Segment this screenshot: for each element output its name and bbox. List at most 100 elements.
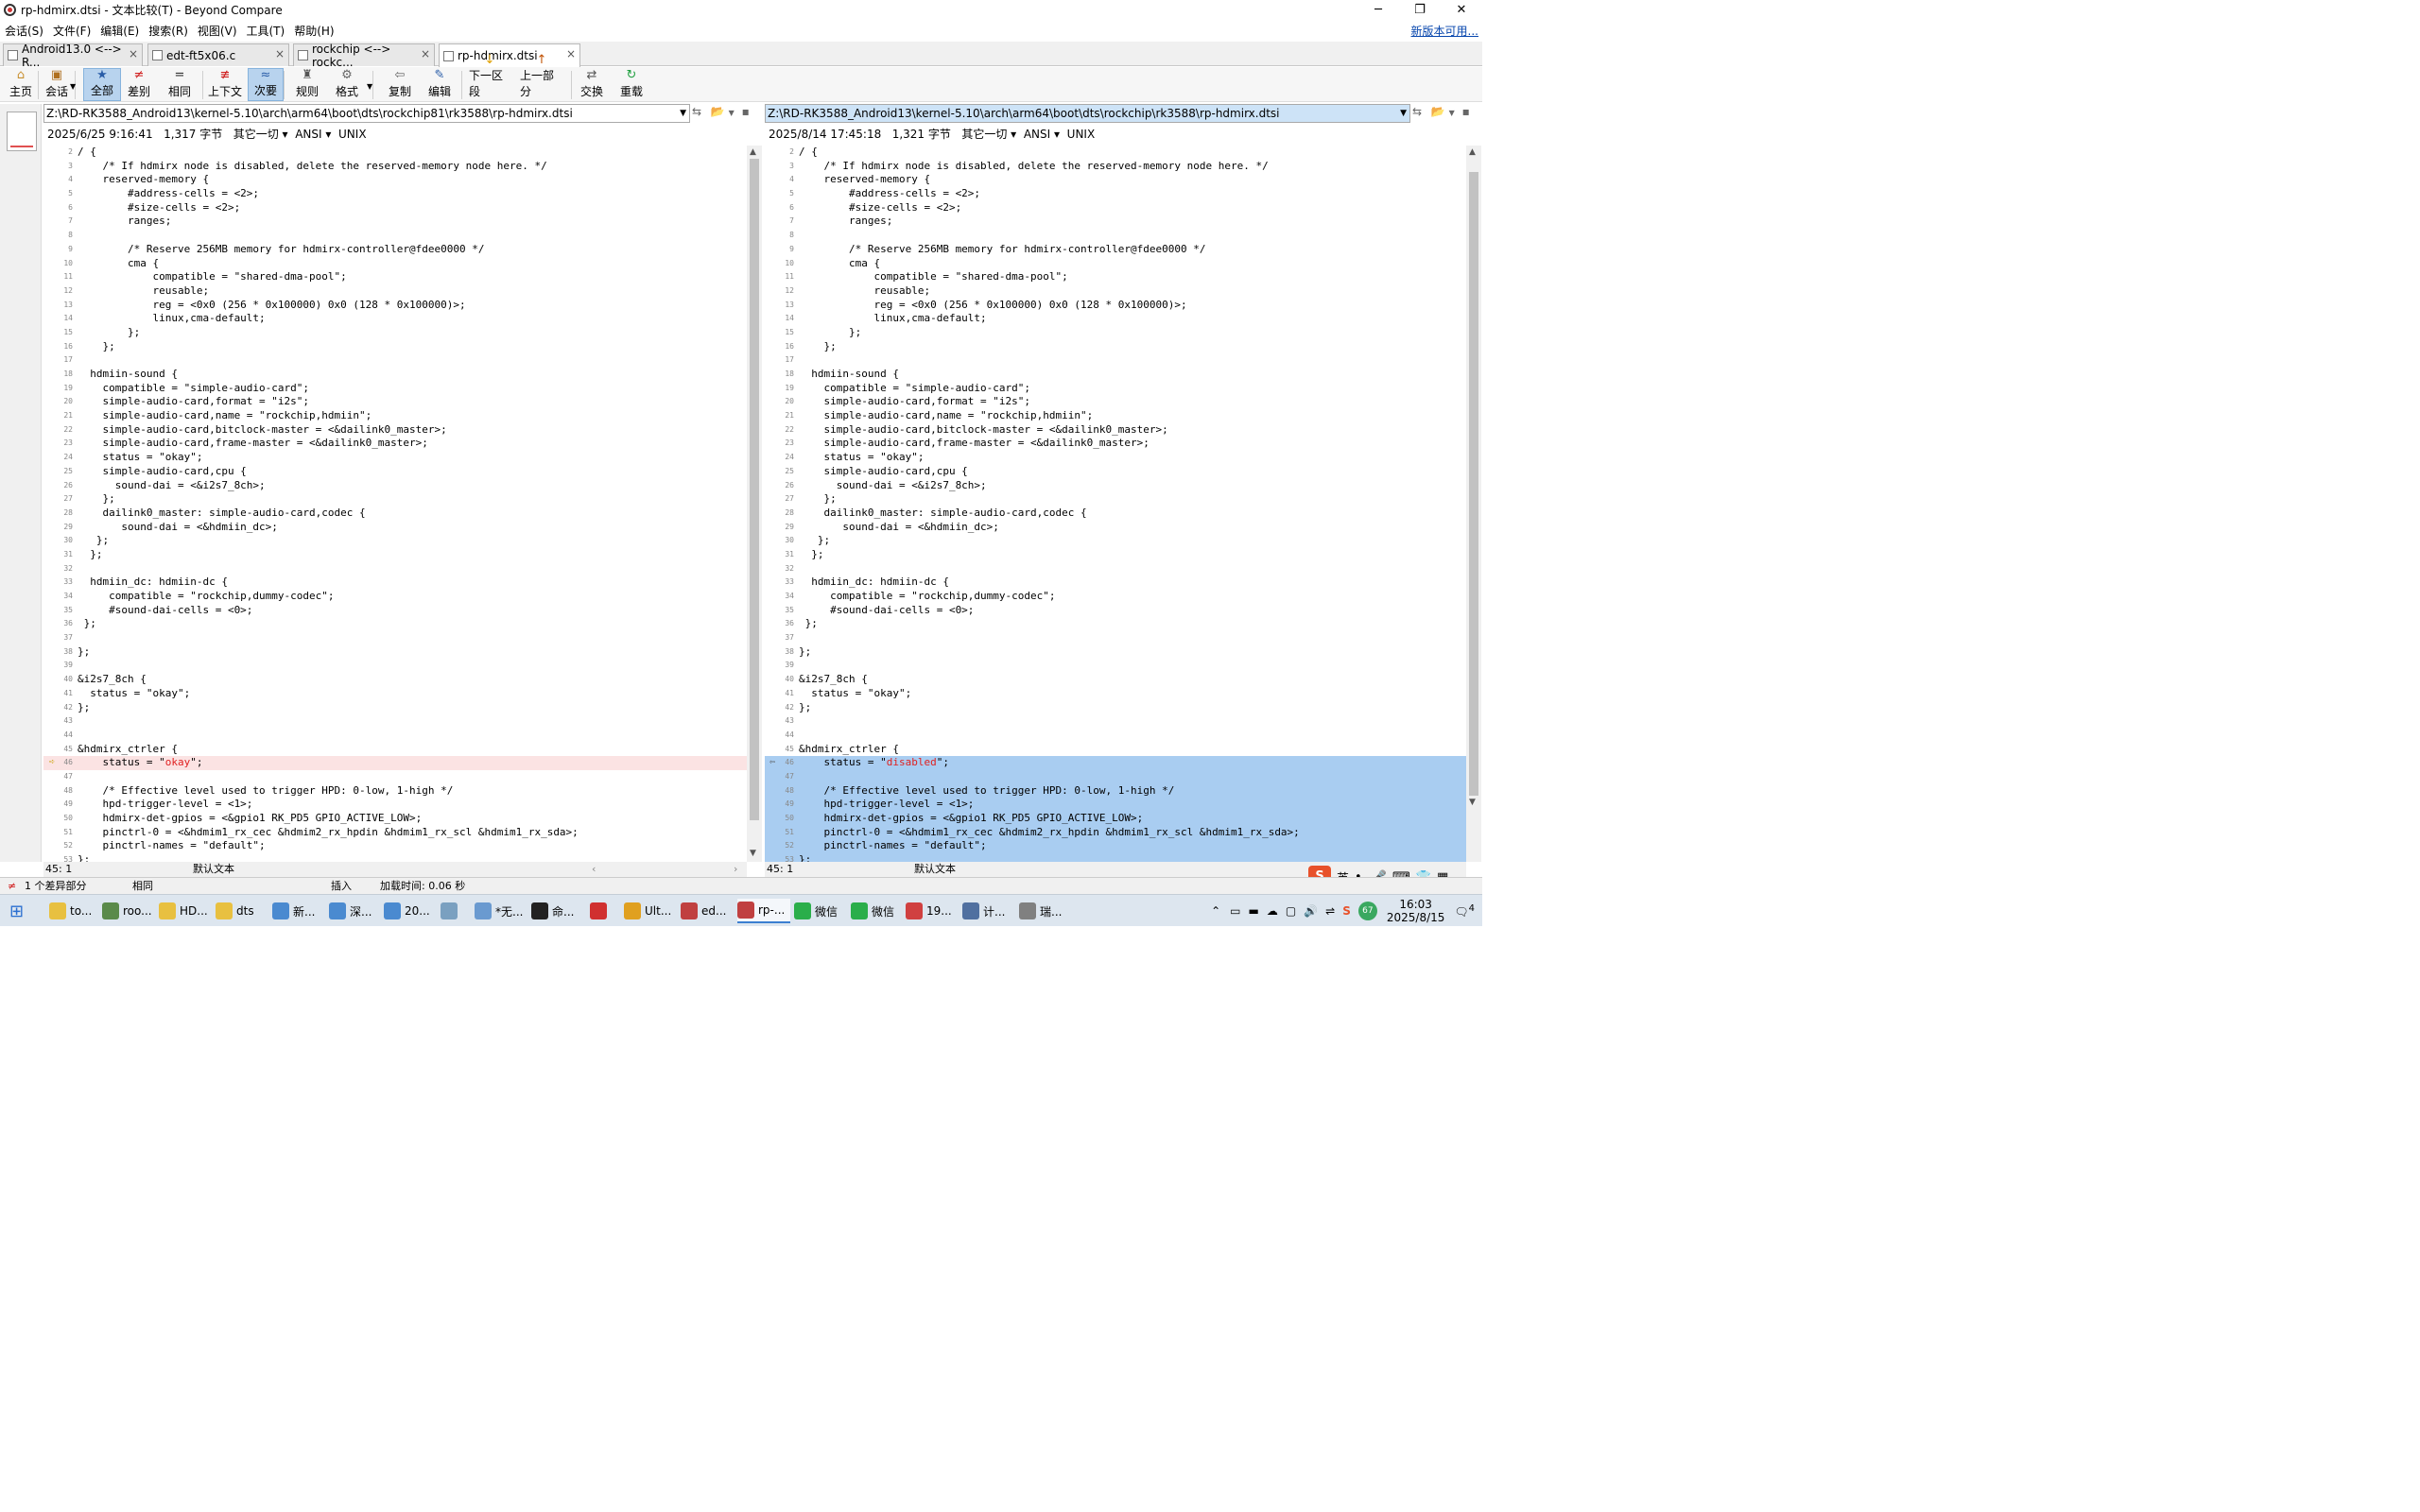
code-line[interactable]: 48 /* Effective level used to trigger HP…	[43, 784, 747, 799]
chevron-up-icon[interactable]: ⌃	[1211, 904, 1220, 918]
taskbar-app-14[interactable]: 微信	[794, 899, 845, 923]
code-line[interactable]: 19 compatible = "simple-audio-card";	[43, 382, 747, 396]
taskbar-app-7[interactable]	[441, 899, 469, 923]
taskbar-app-15[interactable]: 微信	[851, 899, 902, 923]
code-line[interactable]: 41 status = "okay";	[43, 687, 747, 701]
tab-rockchip[interactable]: rockchip <--> rockc... ×	[293, 43, 435, 69]
battery-percent[interactable]: 67	[1357, 902, 1377, 920]
other-dropdown[interactable]: 其它一切 ▾	[961, 128, 1016, 141]
code-line[interactable]: 24 status = "okay";	[43, 451, 747, 465]
toolbar-diff-button[interactable]: ≠ 差别	[123, 68, 155, 101]
code-line[interactable]: 49 hpd-trigger-level = <1>;	[765, 798, 1466, 812]
left-vertical-scrollbar[interactable]: ▲ ▼	[747, 146, 762, 862]
code-line[interactable]: 50 hdmirx-det-gpios = <&gpio1 RK_PD5 GPI…	[43, 812, 747, 826]
code-line[interactable]: 51 pinctrl-0 = <&hdmim1_rx_cec &hdmim2_r…	[43, 826, 747, 840]
toolbar-format-button[interactable]: ⚙ 格式	[331, 68, 363, 101]
code-line[interactable]: 45 &hdmirx_ctrler {	[765, 743, 1466, 757]
code-line[interactable]: 23 simple-audio-card,frame-master = <&da…	[765, 437, 1466, 451]
display-icon[interactable]: ▢	[1286, 904, 1296, 918]
code-line[interactable]: 22 simple-audio-card,bitclock-master = <…	[43, 423, 747, 438]
scroll-up-icon[interactable]: ▲	[750, 147, 756, 157]
code-line[interactable]: 30 };	[43, 534, 747, 548]
code-line[interactable]: 21 simple-audio-card,name = "rockchip,hd…	[765, 409, 1466, 423]
code-line[interactable]: 53};	[765, 853, 1466, 862]
right-path-input[interactable]: Z:\RD-RK3588_Android13\kernel-5.10\arch\…	[765, 104, 1410, 123]
code-line[interactable]: 50 hdmirx-det-gpios = <&gpio1 RK_PD5 GPI…	[765, 812, 1466, 826]
code-line[interactable]: 13 reg = <0x0 (256 * 0x100000) 0x0 (128 …	[765, 299, 1466, 313]
file-thumbnail[interactable]	[7, 112, 37, 151]
taskbar-app-6[interactable]: 20...	[384, 899, 435, 923]
code-line[interactable]: 37	[43, 631, 747, 645]
code-line[interactable]: 26 sound-dai = <&i2s7_8ch>;	[765, 479, 1466, 493]
menu-session[interactable]: 会话(S)	[0, 23, 48, 39]
code-line[interactable]: 44	[43, 729, 747, 743]
history-icon[interactable]: ⇆	[1412, 105, 1422, 118]
tab-edt-ft5x06[interactable]: edt-ft5x06.c ×	[147, 43, 289, 66]
scroll-thumb[interactable]	[1469, 172, 1478, 796]
code-line[interactable]: 11 compatible = "shared-dma-pool";	[43, 270, 747, 284]
code-line[interactable]: 32	[43, 562, 747, 576]
code-line[interactable]: 22 simple-audio-card,bitclock-master = <…	[765, 423, 1466, 438]
menu-tools[interactable]: 工具(T)	[242, 23, 290, 39]
code-line[interactable]: 4 reserved-memory {	[765, 173, 1466, 187]
maximize-button[interactable]: ❐	[1399, 0, 1441, 20]
code-line[interactable]: 10 cma {	[765, 257, 1466, 271]
open-folder-icon[interactable]: 📂	[711, 105, 725, 118]
tab-close-icon[interactable]: ×	[421, 47, 430, 60]
code-line[interactable]: 18 hdmiin-sound {	[765, 368, 1466, 382]
code-line[interactable]: 5 #address-cells = <2>;	[43, 187, 747, 201]
volume-icon[interactable]: 🔊	[1304, 904, 1318, 918]
minimize-button[interactable]: ─	[1357, 0, 1399, 20]
tab-android13[interactable]: Android13.0 <--> R... ×	[3, 43, 143, 69]
code-line[interactable]: 12 reusable;	[765, 284, 1466, 299]
code-line[interactable]: 29 sound-dai = <&hdmiin_dc>;	[765, 521, 1466, 535]
usb-icon[interactable]: ⇌	[1325, 904, 1335, 918]
code-line[interactable]: 31 };	[765, 548, 1466, 562]
code-line[interactable]: 46 ⇦ status = "disabled";	[765, 756, 1466, 770]
tab-close-icon[interactable]: ×	[129, 47, 138, 60]
code-line[interactable]: 25 simple-audio-card,cpu {	[765, 465, 1466, 479]
battery-icon[interactable]: ▬	[1249, 904, 1259, 918]
code-line[interactable]: 41 status = "okay";	[765, 687, 1466, 701]
taskbar-app-1[interactable]: roo...	[102, 899, 155, 923]
history-icon[interactable]: ⇆	[692, 105, 701, 118]
code-line[interactable]: 36 };	[43, 617, 747, 631]
left-code-pane[interactable]: 2 / {3 /* If hdmirx node is disabled, del…	[43, 146, 747, 862]
code-line[interactable]: 42};	[43, 701, 747, 715]
code-line[interactable]: 40 &i2s7_8ch {	[43, 673, 747, 687]
code-line[interactable]: 20 simple-audio-card,format = "i2s";	[43, 395, 747, 409]
code-line[interactable]: 33 hdmiin_dc: hdmiin-dc {	[43, 576, 747, 590]
toolbar-swap-button[interactable]: ⇄ 交换	[579, 68, 605, 101]
toolbar-rules-button[interactable]: ♜ 规则	[293, 68, 321, 101]
code-line[interactable]: 14 linux,cma-default;	[765, 312, 1466, 326]
toolbar-home-button[interactable]: ⌂ 主页	[8, 68, 34, 101]
code-line[interactable]: 47	[43, 770, 747, 784]
tab-rp-hdmirx[interactable]: rp-hdmirx.dtsi ×	[439, 43, 580, 67]
code-line[interactable]: 3 /* If hdmirx node is disabled, delete …	[765, 160, 1466, 174]
scroll-down-icon[interactable]: ▼	[1469, 798, 1476, 807]
sogou-tray-icon[interactable]: S	[1342, 904, 1351, 918]
code-line[interactable]: 11 compatible = "shared-dma-pool";	[765, 270, 1466, 284]
tablet-icon[interactable]: ▭	[1230, 904, 1240, 918]
toolbar-reload-button[interactable]: ↻ 重载	[618, 68, 645, 101]
code-line[interactable]: 7 ranges;	[43, 215, 747, 229]
menu-search[interactable]: 搜索(R)	[144, 23, 193, 39]
code-line[interactable]: 10 cma {	[43, 257, 747, 271]
taskbar-app-18[interactable]: 瑞...	[1019, 899, 1070, 923]
toolbar-minor-button[interactable]: ≈ 次要	[248, 68, 284, 101]
diff-marker-icon[interactable]: ➪	[49, 756, 55, 770]
code-line[interactable]: 8	[43, 229, 747, 243]
taskbar-app-16[interactable]: 19...	[906, 899, 957, 923]
start-button[interactable]: ⊞	[9, 899, 34, 923]
line-ending[interactable]: UNIX	[1067, 128, 1096, 141]
code-line[interactable]: 38};	[765, 645, 1466, 660]
notification-icon[interactable]: 🗨4	[1454, 903, 1475, 919]
code-line[interactable]: 17	[765, 353, 1466, 368]
open-folder-icon[interactable]: 📂	[1431, 105, 1445, 118]
right-vertical-scrollbar[interactable]: ▲ ▼	[1466, 146, 1481, 862]
code-line[interactable]: 18 hdmiin-sound {	[43, 368, 747, 382]
code-line[interactable]: 16 };	[765, 340, 1466, 354]
scroll-right-icon[interactable]: ›	[734, 862, 737, 877]
taskbar-app-3[interactable]: dts	[216, 899, 267, 923]
code-line[interactable]: 34 compatible = "rockchip,dummy-codec";	[765, 590, 1466, 604]
